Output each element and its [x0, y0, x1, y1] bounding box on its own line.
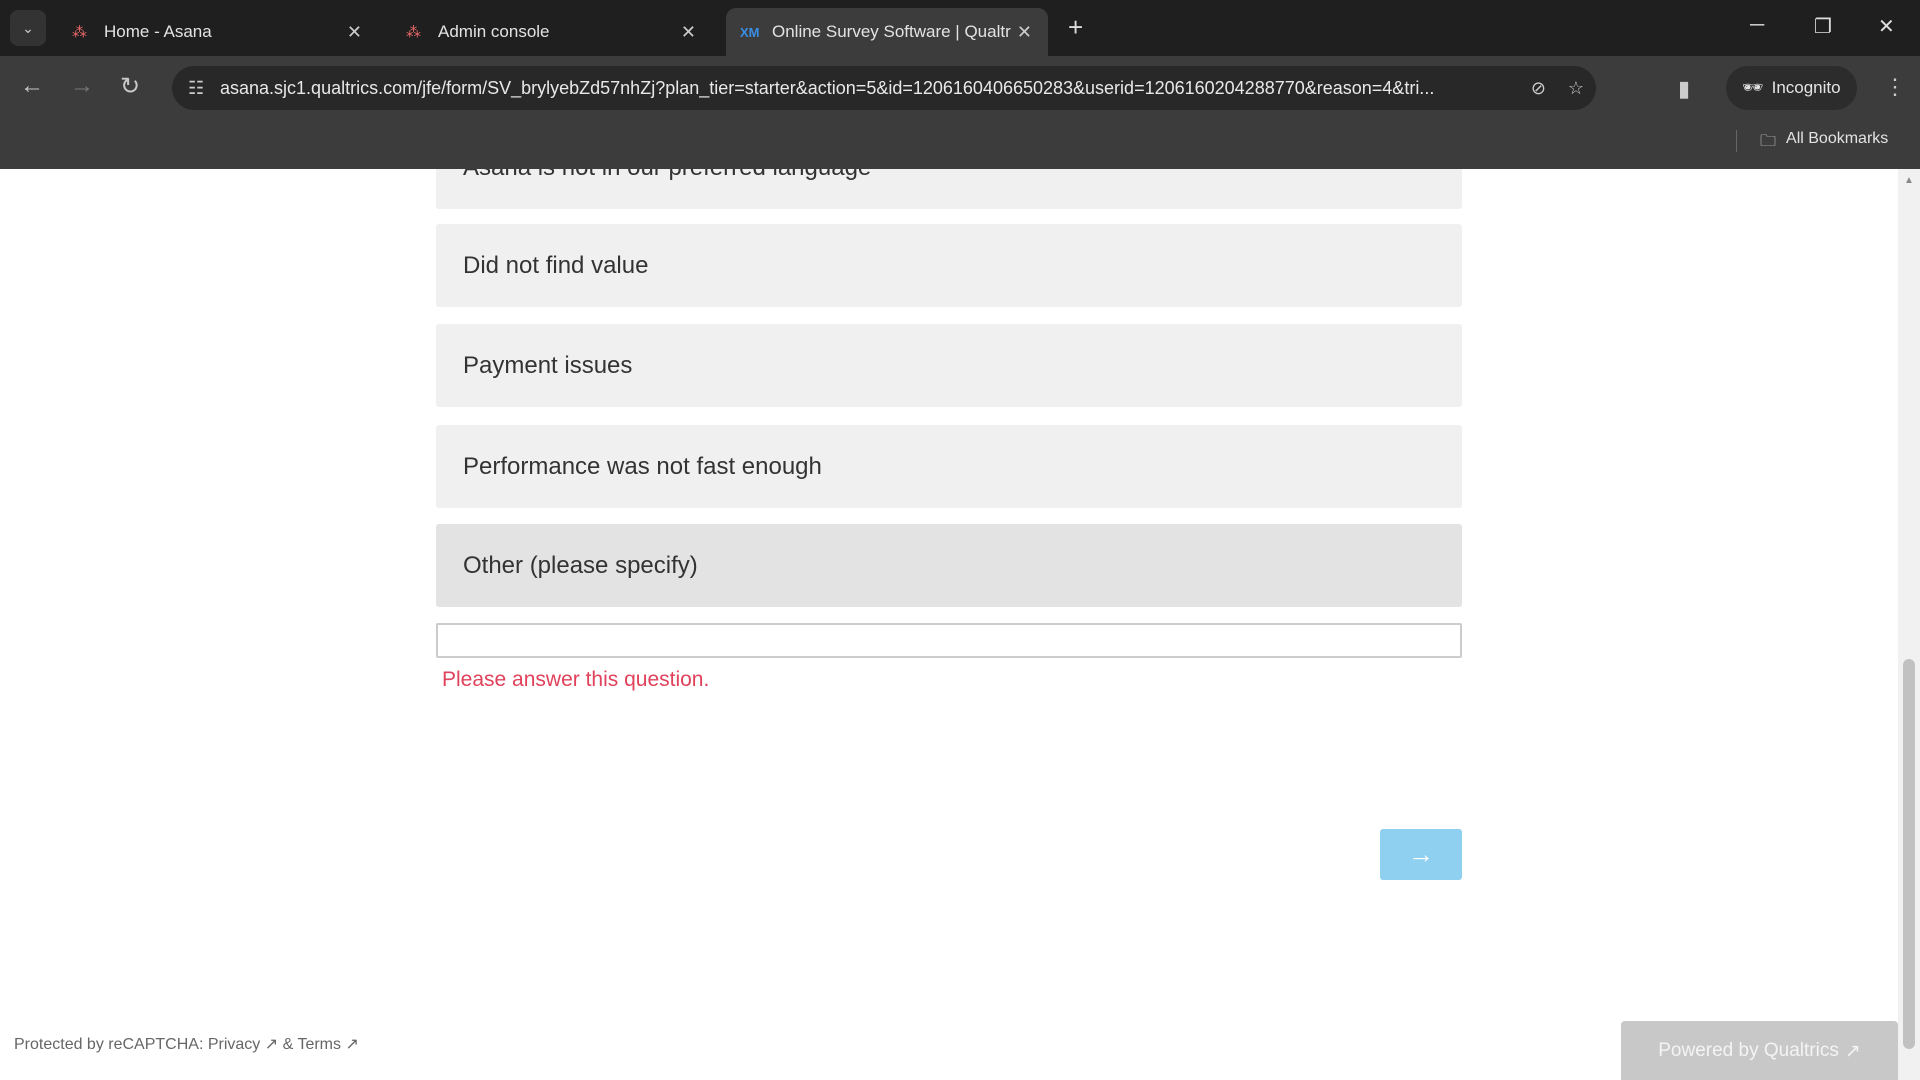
qualtrics-xm-icon: XM [740, 24, 760, 40]
asana-icon: ⁂ [72, 24, 87, 41]
survey-page: Asana is not in our preferred language D… [0, 169, 1898, 1080]
option-label: Did not find value [463, 251, 649, 279]
side-panel-icon[interactable]: ▮ [1678, 76, 1690, 102]
option-label: Payment issues [463, 351, 633, 379]
restore-button[interactable]: ❐ [1814, 14, 1832, 39]
bookmarks-label: All Bookmarks [1786, 130, 1889, 147]
arrow-right-icon: → [1408, 839, 1434, 869]
option-language[interactable]: Asana is not in our preferred language [436, 169, 1462, 209]
scrollbar-thumb[interactable] [1903, 659, 1915, 1049]
external-link-icon: ↗ [341, 1036, 359, 1053]
incognito-icon: 🕶 [1742, 78, 1764, 97]
option-performance[interactable]: Performance was not fast enough [436, 425, 1462, 508]
star-icon[interactable]: ☆ [1568, 78, 1584, 99]
tab-home-asana[interactable]: ⁂ Home - Asana ✕ [58, 8, 378, 56]
scroll-up-arrow[interactable]: ▲ [1898, 175, 1920, 186]
minimize-button[interactable]: ─ [1750, 14, 1764, 37]
address-bar[interactable]: ☷ asana.sjc1.qualtrics.com/jfe/form/SV_b… [172, 66, 1596, 110]
error-message: Please answer this question. [442, 668, 710, 691]
browser-toolbar: ← → ↻ ☷ asana.sjc1.qualtrics.com/jfe/for… [0, 56, 1920, 169]
tab-qualtrics[interactable]: XM Online Survey Software | Qualtr ✕ [726, 8, 1048, 56]
asana-icon: ⁂ [406, 24, 421, 41]
external-link-icon: ↗ [260, 1036, 279, 1053]
tab-admin-console[interactable]: ⁂ Admin console ✕ [392, 8, 712, 56]
option-no-value[interactable]: Did not find value [436, 224, 1462, 307]
privacy-link[interactable]: Privacy [208, 1036, 260, 1053]
incognito-badge[interactable]: 🕶 Incognito [1726, 66, 1857, 110]
tab-title: Online Survey Software | Qualtr [772, 22, 1011, 41]
reload-icon[interactable]: ↻ [120, 72, 140, 101]
option-payment[interactable]: Payment issues [436, 324, 1462, 407]
forward-icon[interactable]: → [70, 72, 94, 100]
powered-by-qualtrics[interactable]: Powered by Qualtrics ↗ [1621, 1021, 1898, 1080]
other-specify-input[interactable] [436, 623, 1462, 658]
external-link-icon: ↗ [1844, 1040, 1861, 1062]
close-window-button[interactable]: ✕ [1878, 14, 1895, 39]
back-icon[interactable]: ← [20, 72, 44, 100]
option-other[interactable]: Other (please specify) [436, 524, 1462, 607]
recaptcha-text: Protected by reCAPTCHA: [14, 1036, 208, 1053]
powered-label: Powered by Qualtrics [1658, 1040, 1839, 1061]
terms-link[interactable]: Terms [297, 1036, 341, 1053]
recaptcha-notice: Protected by reCAPTCHA: Privacy ↗ & Term… [14, 1034, 359, 1054]
option-label: Performance was not fast enough [463, 452, 822, 480]
incognito-label: Incognito [1771, 78, 1841, 97]
url-text: asana.sjc1.qualtrics.com/jfe/form/SV_bry… [220, 77, 1435, 98]
tab-title: Admin console [438, 22, 550, 41]
option-label: Asana is not in our preferred language [463, 169, 871, 182]
site-settings-icon[interactable]: ☷ [188, 78, 204, 99]
and-text: & [278, 1036, 298, 1053]
option-label: Other (please specify) [463, 551, 698, 579]
close-icon[interactable]: ✕ [347, 22, 362, 43]
close-icon[interactable]: ✕ [1017, 22, 1032, 43]
new-tab-button[interactable]: + [1068, 12, 1083, 43]
menu-icon[interactable]: ⋮ [1884, 74, 1906, 100]
folder-icon: 🗀 [1760, 133, 1777, 150]
tab-bar: ⌄ ⁂ Home - Asana ✕ ⁂ Admin console ✕ XM Onlin… [0, 0, 1920, 56]
eye-off-icon[interactable]: ⊘ [1531, 78, 1546, 99]
tab-title: Home - Asana [104, 22, 212, 41]
all-bookmarks[interactable]: 🗀 All Bookmarks [1760, 130, 1888, 157]
close-icon[interactable]: ✕ [681, 22, 696, 43]
tab-search-button[interactable]: ⌄ [10, 10, 46, 46]
bookmarks-divider [1736, 130, 1737, 152]
next-button[interactable]: → [1380, 829, 1462, 880]
scrollbar[interactable]: ▲ [1898, 169, 1920, 1080]
